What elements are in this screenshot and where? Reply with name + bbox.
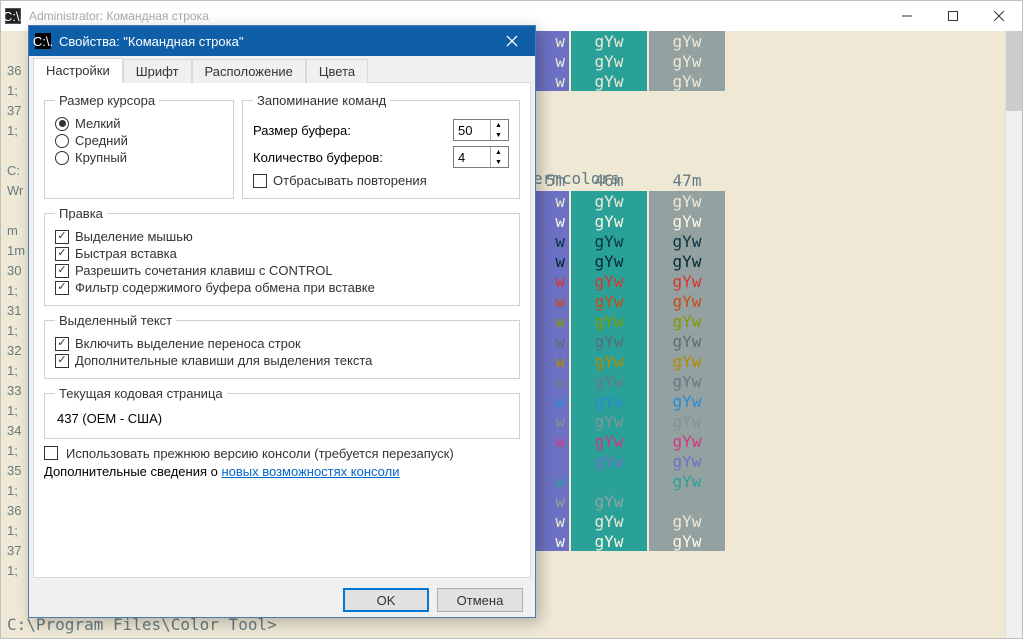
buffer-count-label: Количество буферов: bbox=[253, 150, 443, 165]
quick-edit-checkbox[interactable] bbox=[55, 230, 69, 244]
dialog-title: Свойства: "Командная строка" bbox=[59, 34, 489, 49]
command-history-legend: Запоминание команд bbox=[253, 93, 390, 108]
cursor-small-label: Мелкий bbox=[75, 116, 121, 131]
discard-duplicates-checkbox[interactable] bbox=[253, 174, 267, 188]
filter-clipboard-checkbox[interactable] bbox=[55, 281, 69, 295]
tab-layout[interactable]: Расположение bbox=[192, 59, 306, 83]
tab-panel-settings: Размер курсора Мелкий Средний Крупный За… bbox=[33, 82, 531, 578]
tab-settings[interactable]: Настройки bbox=[33, 58, 123, 83]
cmd-icon: C:\. bbox=[5, 8, 21, 24]
vertical-scrollbar[interactable] bbox=[1005, 31, 1022, 638]
extended-text-keys-checkbox[interactable] bbox=[55, 354, 69, 368]
ctrl-shortcuts-checkbox[interactable] bbox=[55, 264, 69, 278]
tab-font[interactable]: Шрифт bbox=[123, 59, 192, 83]
cmd-icon: C:\. bbox=[35, 33, 51, 49]
cursor-large-label: Крупный bbox=[75, 150, 127, 165]
ok-button[interactable]: OK bbox=[343, 588, 429, 612]
maximize-button[interactable] bbox=[930, 1, 976, 31]
minimize-button[interactable] bbox=[884, 1, 930, 31]
text-selection-legend: Выделенный текст bbox=[55, 313, 176, 328]
buffer-size-spinner[interactable]: ▲▼ bbox=[453, 119, 509, 141]
command-history-group: Запоминание команд Размер буфера: ▲▼ Кол… bbox=[242, 93, 520, 199]
spin-up-icon[interactable]: ▲ bbox=[490, 120, 506, 130]
cursor-large-radio[interactable] bbox=[55, 151, 69, 165]
dialog-titlebar: C:\. Свойства: "Командная строка" bbox=[29, 26, 535, 56]
discard-duplicates-label: Отбрасывать повторения bbox=[273, 173, 427, 188]
spin-up-icon[interactable]: ▲ bbox=[490, 147, 506, 157]
buffer-size-label: Размер буфера: bbox=[253, 123, 443, 138]
cursor-medium-label: Средний bbox=[75, 133, 128, 148]
new-console-features-link[interactable]: новых возможностях консоли bbox=[221, 464, 399, 479]
insert-mode-checkbox[interactable] bbox=[55, 247, 69, 261]
cancel-button[interactable]: Отмена bbox=[437, 588, 523, 612]
edit-options-group: Правка Выделение мышью Быстрая вставка Р… bbox=[44, 206, 520, 306]
legacy-console-label: Использовать прежнюю версию консоли (тре… bbox=[66, 446, 454, 461]
cursor-size-group: Размер курсора Мелкий Средний Крупный bbox=[44, 93, 234, 199]
codepage-group: Текущая кодовая страница 437 (OEM - США) bbox=[44, 386, 520, 439]
scrollbar-thumb[interactable] bbox=[1006, 31, 1022, 111]
legacy-console-checkbox[interactable] bbox=[44, 446, 58, 460]
tab-strip: Настройки Шрифт Расположение Цвета bbox=[29, 56, 535, 82]
edit-options-legend: Правка bbox=[55, 206, 107, 221]
buffer-count-input[interactable] bbox=[454, 148, 490, 167]
dialog-footer: OK Отмена bbox=[29, 582, 535, 618]
buffer-count-spinner[interactable]: ▲▼ bbox=[453, 146, 509, 168]
line-wrap-selection-checkbox[interactable] bbox=[55, 337, 69, 351]
more-info-line: Дополнительные сведения о новых возможно… bbox=[44, 464, 520, 479]
dialog-close-button[interactable] bbox=[489, 26, 535, 56]
text-selection-group: Выделенный текст Включить выделение пере… bbox=[44, 313, 520, 379]
codepage-legend: Текущая кодовая страница bbox=[55, 386, 227, 401]
buffer-size-input[interactable] bbox=[454, 121, 490, 140]
window-title: Administrator: Командная строка bbox=[29, 9, 884, 23]
close-button[interactable] bbox=[976, 1, 1022, 31]
cursor-size-legend: Размер курсора bbox=[55, 93, 159, 108]
spin-down-icon[interactable]: ▼ bbox=[490, 130, 506, 140]
spin-down-icon[interactable]: ▼ bbox=[490, 157, 506, 167]
tab-colors[interactable]: Цвета bbox=[306, 59, 368, 83]
cursor-medium-radio[interactable] bbox=[55, 134, 69, 148]
codepage-value: 437 (OEM - США) bbox=[55, 407, 509, 430]
cursor-small-radio[interactable] bbox=[55, 117, 69, 131]
properties-dialog: C:\. Свойства: "Командная строка" Настро… bbox=[28, 25, 536, 618]
